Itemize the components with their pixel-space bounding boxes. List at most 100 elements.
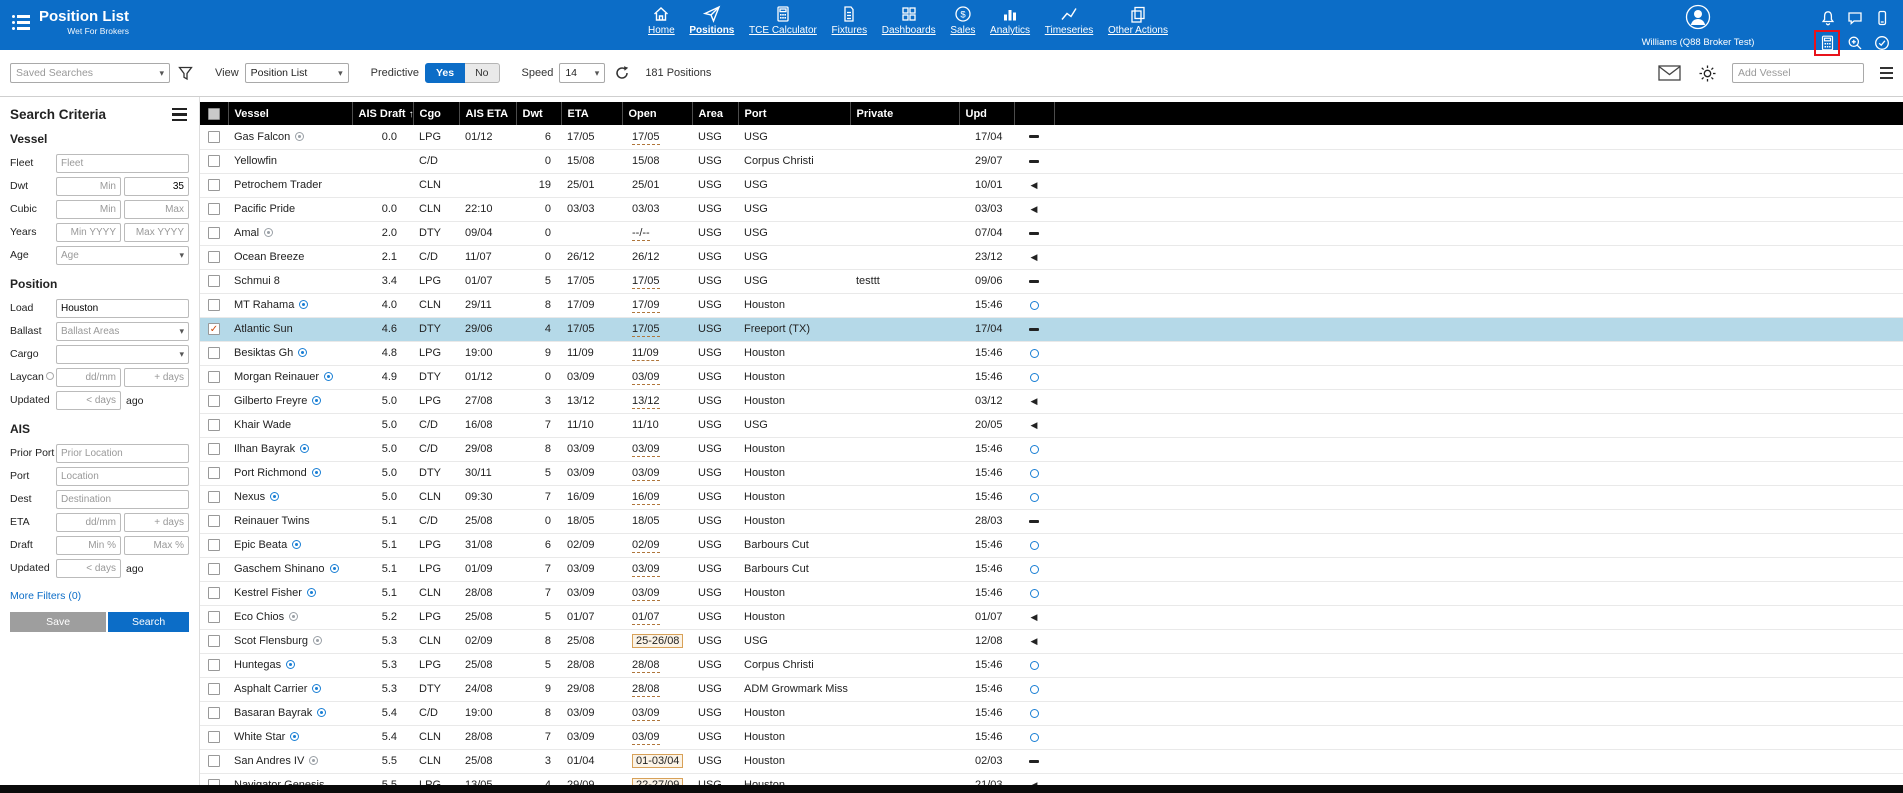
email-button[interactable] — [1656, 63, 1683, 83]
cell-vessel[interactable]: Ilhan Bayrak — [228, 437, 352, 461]
table-row[interactable]: Reinauer Twins5.1C/D25/08018/0518/05USGH… — [200, 509, 1903, 533]
cubic-min-input[interactable] — [56, 200, 121, 219]
cell-vessel[interactable]: Epic Beata — [228, 533, 352, 557]
cell-vessel[interactable]: Khair Wade — [228, 413, 352, 437]
table-row[interactable]: Scot Flensburg5.3CLN02/09825/0825-26/08U… — [200, 629, 1903, 653]
table-row[interactable]: Khair Wade5.0C/D16/08711/1011/10USGUSG20… — [200, 413, 1903, 437]
cell-vessel[interactable]: Scot Flensburg — [228, 629, 352, 653]
cell-open[interactable]: 01/07 — [622, 605, 692, 629]
col-select[interactable] — [200, 102, 228, 125]
laycan-date-input[interactable] — [56, 368, 121, 387]
cell-open[interactable]: 03/09 — [622, 725, 692, 749]
table-row[interactable]: Petrochem TraderCLN1925/0125/01USGUSG10/… — [200, 173, 1903, 197]
row-checkbox[interactable] — [208, 611, 220, 623]
table-row[interactable]: San Andres IV5.5CLN25/08301/0401-03/04US… — [200, 749, 1903, 773]
draft-max-input[interactable] — [124, 536, 189, 555]
cell-open[interactable]: --/-- — [622, 221, 692, 245]
cargo-select[interactable]: ▾ — [56, 345, 189, 364]
row-checkbox[interactable] — [208, 683, 220, 695]
table-row[interactable]: Port Richmond5.0DTY30/11503/0903/09USGHo… — [200, 461, 1903, 485]
cell-open[interactable]: 03/09 — [622, 581, 692, 605]
cell-vessel[interactable]: Amal — [228, 221, 352, 245]
table-row[interactable]: Huntegas5.3LPG25/08528/0828/08USGCorpus … — [200, 653, 1903, 677]
dest-input[interactable] — [56, 490, 189, 509]
load-input[interactable] — [56, 299, 189, 318]
zoom-in-icon[interactable] — [1847, 35, 1863, 51]
nav-dashboards[interactable]: Dashboards — [882, 5, 936, 36]
nav-sales[interactable]: $ Sales — [950, 5, 975, 36]
cell-vessel[interactable]: Kestrel Fisher — [228, 581, 352, 605]
cell-vessel[interactable]: Basaran Bayrak — [228, 701, 352, 725]
cell-vessel[interactable]: Reinauer Twins — [228, 509, 352, 533]
check-circle-icon[interactable] — [1874, 35, 1890, 51]
cell-open[interactable]: 25-26/08 — [622, 629, 692, 653]
cell-open[interactable]: 17/09 — [622, 293, 692, 317]
dwt-min-input[interactable] — [56, 177, 121, 196]
cell-open[interactable]: 03/09 — [622, 557, 692, 581]
table-row[interactable]: ✓Atlantic Sun4.6DTY29/06417/0517/05USGFr… — [200, 317, 1903, 341]
cell-vessel[interactable]: Asphalt Carrier — [228, 677, 352, 701]
cell-open[interactable]: 28/08 — [622, 677, 692, 701]
row-checkbox[interactable] — [208, 347, 220, 359]
years-max-input[interactable] — [124, 223, 189, 242]
cell-open[interactable]: 03/09 — [622, 437, 692, 461]
nav-positions[interactable]: Positions — [689, 5, 734, 36]
table-row[interactable]: Epic Beata5.1LPG31/08602/0902/09USGBarbo… — [200, 533, 1903, 557]
cell-vessel[interactable]: Navigator Genesis — [228, 773, 352, 785]
col-ais-draft[interactable]: AIS Draft↑ — [352, 102, 413, 125]
col-dwt[interactable]: Dwt — [516, 102, 561, 125]
col-eta[interactable]: ETA — [561, 102, 622, 125]
cell-open[interactable]: 26/12 — [622, 245, 692, 269]
table-row[interactable]: Gas Falcon0.0LPG01/12617/0517/05USGUSG17… — [200, 125, 1903, 149]
cell-open[interactable]: 28/08 — [622, 653, 692, 677]
table-row[interactable]: Amal2.0DTY09/040--/--USGUSG07/04 — [200, 221, 1903, 245]
cell-open[interactable]: 17/05 — [622, 125, 692, 149]
ballast-select[interactable]: Ballast Areas ▾ — [56, 322, 189, 341]
table-row[interactable]: Navigator Genesis5.5LPG13/05429/0922-27/… — [200, 773, 1903, 785]
cell-open[interactable]: 17/05 — [622, 317, 692, 341]
cell-vessel[interactable]: Morgan Reinauer — [228, 365, 352, 389]
table-row[interactable]: Gaschem Shinano5.1LPG01/09703/0903/09USG… — [200, 557, 1903, 581]
cell-open[interactable]: 22-27/09 — [622, 773, 692, 785]
table-row[interactable]: Besiktas Gh4.8LPG19:00911/0911/09USGHous… — [200, 341, 1903, 365]
col-cgo[interactable]: Cgo — [413, 102, 459, 125]
cell-open[interactable]: 03/09 — [622, 701, 692, 725]
table-row[interactable]: Basaran Bayrak5.4C/D19:00803/0903/09USGH… — [200, 701, 1903, 725]
cell-vessel[interactable]: Huntegas — [228, 653, 352, 677]
filter-button[interactable] — [176, 64, 195, 83]
table-row[interactable]: Nexus5.0CLN09:30716/0916/09USGHouston15:… — [200, 485, 1903, 509]
dwt-max-input[interactable] — [124, 177, 189, 196]
app-menu-icon[interactable] — [12, 15, 30, 30]
row-checkbox[interactable] — [208, 443, 220, 455]
ais-eta-days-input[interactable] — [124, 513, 189, 532]
row-checkbox[interactable] — [208, 563, 220, 575]
cell-open[interactable]: 25/01 — [622, 173, 692, 197]
row-checkbox[interactable] — [208, 539, 220, 551]
row-checkbox[interactable]: ✓ — [208, 323, 220, 335]
table-row[interactable]: Morgan Reinauer4.9DTY01/12003/0903/09USG… — [200, 365, 1903, 389]
cell-vessel[interactable]: Gas Falcon — [228, 125, 352, 149]
table-row[interactable]: Eco Chios5.2LPG25/08501/0701/07USGHousto… — [200, 605, 1903, 629]
cell-open[interactable]: 03/03 — [622, 197, 692, 221]
cell-open[interactable]: 13/12 — [622, 389, 692, 413]
col-port[interactable]: Port — [738, 102, 850, 125]
cell-vessel[interactable]: White Star — [228, 725, 352, 749]
refresh-button[interactable] — [613, 64, 631, 82]
cell-open[interactable]: 11/09 — [622, 341, 692, 365]
prior-port-input[interactable] — [56, 444, 189, 463]
row-checkbox[interactable] — [208, 179, 220, 191]
cell-vessel[interactable]: Ocean Breeze — [228, 245, 352, 269]
predictive-yes-button[interactable]: Yes — [425, 63, 465, 83]
nav-fixtures[interactable]: Fixtures — [832, 5, 868, 36]
table-row[interactable]: Ilhan Bayrak5.0C/D29/08803/0903/09USGHou… — [200, 437, 1903, 461]
row-checkbox[interactable] — [208, 275, 220, 287]
table-row[interactable]: YellowfinC/D015/0815/08USGCorpus Christi… — [200, 149, 1903, 173]
cell-vessel[interactable]: Schmui 8 — [228, 269, 352, 293]
draft-min-input[interactable] — [56, 536, 121, 555]
table-row[interactable]: Asphalt Carrier5.3DTY24/08929/0828/08USG… — [200, 677, 1903, 701]
row-checkbox[interactable] — [208, 707, 220, 719]
mobile-icon[interactable] — [1874, 10, 1890, 26]
row-checkbox[interactable] — [208, 155, 220, 167]
view-select[interactable]: Position List ▾ — [245, 63, 349, 83]
cell-vessel[interactable]: Pacific Pride — [228, 197, 352, 221]
